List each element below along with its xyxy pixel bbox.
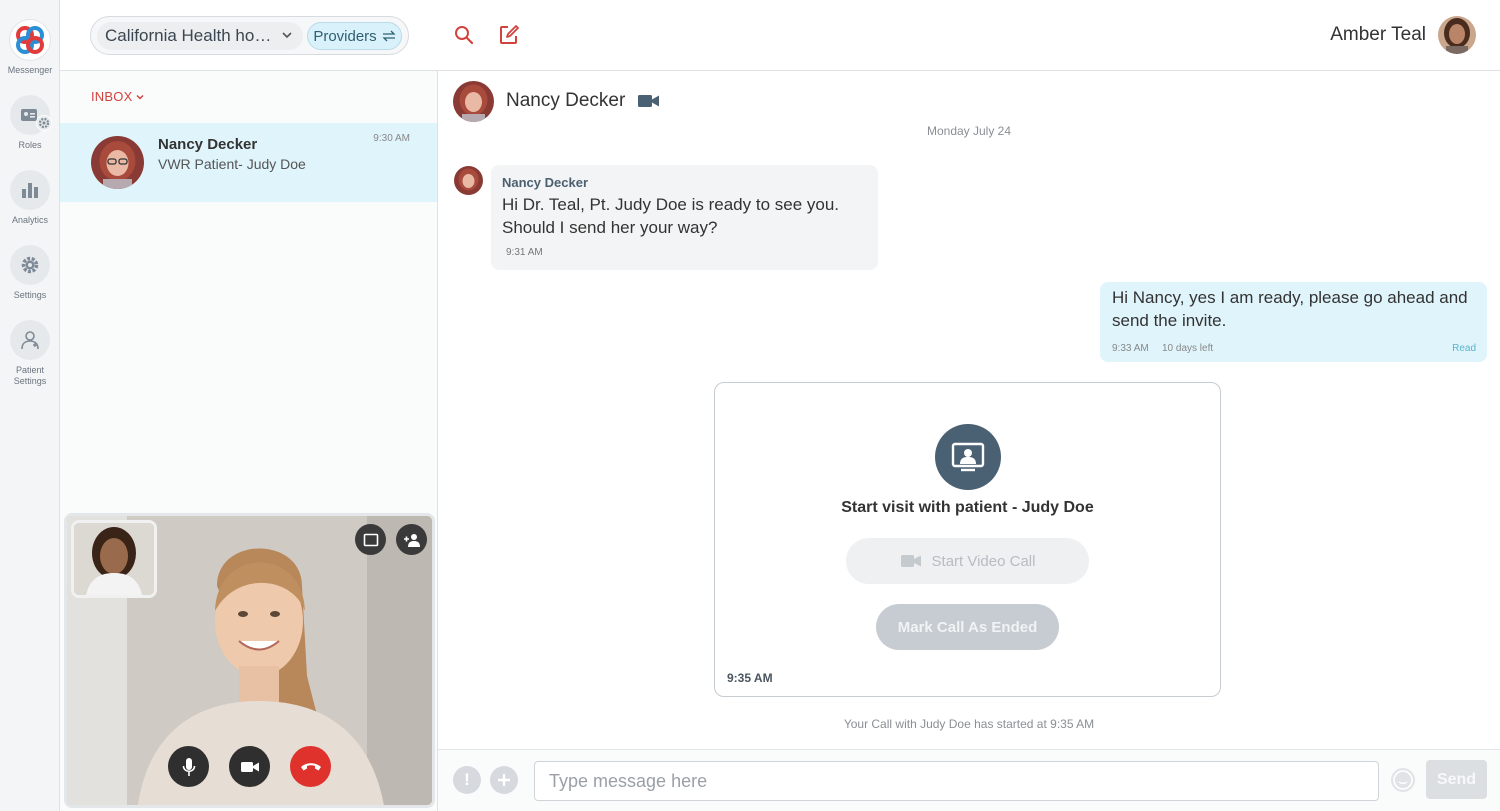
gear-icon (21, 256, 39, 274)
message-time: 9:33 AM (1112, 343, 1149, 354)
rail-circle-roles (10, 95, 52, 135)
rail-label-roles: Roles (18, 140, 42, 150)
message-composer: ! Send (438, 749, 1500, 811)
date-separator: Monday July 24 (926, 124, 1012, 138)
mark-call-ended-button[interactable]: Mark Call As Ended (876, 604, 1059, 650)
emoji-icon[interactable] (1391, 768, 1415, 792)
self-video-preview[interactable] (71, 520, 157, 598)
conversation-subtitle: VWR Patient- Judy Doe (158, 156, 306, 172)
send-button[interactable]: Send (1426, 760, 1487, 799)
video-call-window[interactable] (64, 513, 435, 808)
visit-card-time: 9:35 AM (727, 671, 773, 685)
rail-item-messenger[interactable]: Messenger (0, 20, 60, 76)
urgent-flag-button[interactable]: ! (453, 766, 481, 794)
avatar (91, 136, 144, 189)
mute-mic-button[interactable] (168, 746, 209, 787)
attach-button[interactable] (490, 766, 518, 794)
user-name: Amber Teal (1330, 24, 1426, 45)
toggle-camera-button[interactable] (229, 746, 270, 787)
exclamation-icon: ! (464, 770, 470, 789)
contact-name: Nancy Decker (506, 90, 626, 111)
search-icon[interactable] (453, 24, 475, 46)
messenger-logo-icon (10, 20, 50, 60)
rail-circle-analytics (10, 170, 50, 210)
message-time: 9:31 AM (506, 247, 543, 258)
conversation-time: 9:30 AM (373, 133, 410, 144)
top-bar: California Health hospital Providers Amb… (60, 0, 1500, 71)
add-participant-button[interactable] (396, 524, 427, 555)
message-expiry: 10 days left (1162, 343, 1214, 354)
start-video-call-button[interactable]: Start Video Call (846, 538, 1089, 584)
swap-arrows-icon (382, 30, 396, 42)
hang-up-icon (300, 762, 321, 770)
inbox-label: INBOX (91, 89, 133, 104)
inbox-filter-dropdown[interactable]: INBOX (91, 89, 145, 104)
rail-item-analytics[interactable]: Analytics (0, 170, 60, 226)
compose-icon[interactable] (498, 24, 520, 46)
rail-label-messenger: Messenger (7, 65, 53, 75)
org-select-value: California Health hospital (105, 26, 275, 45)
avatar (454, 166, 483, 195)
user-avatar[interactable] (1438, 16, 1476, 54)
message-input[interactable] (534, 761, 1379, 801)
visit-title: Start visit with patient - Judy Doe (841, 499, 1094, 516)
message-sender: Nancy Decker (502, 175, 588, 190)
rail-label-analytics: Analytics (11, 215, 48, 225)
plus-icon (498, 774, 510, 786)
incoming-message: Nancy Decker Hi Dr. Teal, Pt. Judy Doe i… (491, 165, 878, 270)
gear-badge-icon (36, 115, 52, 131)
read-receipt: Read (1452, 343, 1476, 354)
fullscreen-icon (363, 533, 378, 546)
video-camera-icon (900, 555, 921, 567)
rail-item-settings[interactable]: Settings (0, 245, 60, 301)
org-switcher: California Health hospital Providers (90, 16, 409, 55)
video-visit-icon (935, 424, 1001, 490)
start-visit-card: Start visit with patient - Judy Doe Star… (714, 382, 1221, 697)
fullscreen-button[interactable] (355, 524, 386, 555)
patient-icon (21, 331, 39, 350)
org-select[interactable]: California Health hospital (97, 22, 303, 50)
contact-avatar[interactable] (453, 81, 494, 122)
rail-circle-patient-settings (10, 320, 50, 360)
start-video-label: Start Video Call (931, 552, 1036, 570)
conversation-item[interactable]: Nancy Decker VWR Patient- Judy Doe 9:30 … (60, 123, 437, 202)
add-people-icon (403, 533, 420, 547)
rail-label-settings: Settings (13, 290, 47, 300)
microphone-icon (182, 757, 195, 776)
chat-panel: Nancy Decker Monday July 24 Nancy Decker… (438, 71, 1500, 811)
rail-item-patient-settings[interactable]: Patient Settings (0, 320, 60, 387)
video-camera-icon[interactable] (637, 92, 660, 110)
chevron-down-icon (282, 32, 292, 39)
call-status-text: Your Call with Judy Doe has started at 9… (843, 717, 1095, 731)
chevron-down-icon (136, 94, 144, 100)
left-nav-rail: Messenger Roles Analytics Settings Patie… (0, 0, 60, 811)
rail-label-patient-settings: Patient Settings (13, 365, 47, 386)
providers-toggle-button[interactable]: Providers (307, 22, 402, 50)
conversation-name: Nancy Decker (158, 136, 258, 153)
end-call-button[interactable] (290, 746, 331, 787)
outgoing-message: Hi Nancy, yes I am ready, please go ahea… (1100, 282, 1487, 362)
message-body: Hi Nancy, yes I am ready, please go ahea… (1112, 288, 1468, 330)
video-camera-icon (240, 761, 259, 772)
providers-label: Providers (313, 27, 377, 45)
rail-circle-settings (10, 245, 50, 285)
rail-item-roles[interactable]: Roles (0, 95, 60, 151)
bar-chart-icon (22, 183, 38, 198)
message-body: Hi Dr. Teal, Pt. Judy Doe is ready to se… (502, 195, 840, 237)
